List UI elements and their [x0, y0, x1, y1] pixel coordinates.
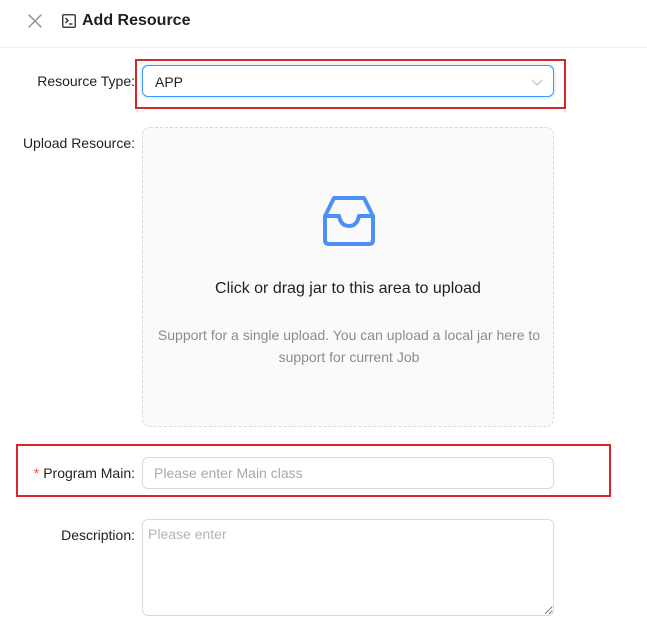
program-main-label-text: Program Main	[43, 465, 132, 481]
resource-type-value: APP	[155, 74, 184, 90]
drawer-title-text: Add Resource	[82, 12, 191, 29]
resource-type-label: Resource Type:	[37, 71, 135, 91]
resource-type-label-colon: :	[131, 73, 135, 89]
upload-title: Click or drag jar to this area to upload	[215, 280, 481, 297]
description-textarea[interactable]	[142, 519, 554, 616]
description-label-text: Description	[61, 527, 132, 543]
program-main-label: * Program Main:	[34, 463, 135, 483]
description-label-colon: :	[131, 527, 135, 543]
close-icon	[28, 14, 42, 28]
add-resource-drawer: Add Resource Resource Type: APP Upload R…	[0, 0, 647, 643]
upload-resource-label-text: Upload Resource	[22, 135, 132, 151]
drawer-header: Add Resource	[0, 0, 647, 48]
chevron-down-icon	[531, 79, 543, 86]
close-button[interactable]	[24, 10, 46, 32]
description-label: Description:	[61, 525, 135, 545]
program-main-label-colon: :	[131, 465, 135, 481]
resource-type-select[interactable]: APP	[142, 65, 554, 97]
upload-dragger[interactable]: Click or drag jar to this area to upload…	[142, 127, 554, 427]
upload-hint: Support for a single upload. You can upl…	[157, 327, 541, 365]
required-mark: *	[33, 465, 40, 481]
upload-resource-label-colon: :	[131, 135, 135, 151]
terminal-icon	[62, 14, 76, 28]
drawer-title: Add Resource	[62, 10, 190, 32]
upload-resource-label: Upload Resource:	[23, 133, 135, 153]
inbox-icon	[323, 196, 375, 246]
resource-type-label-text: Resource Type	[37, 73, 132, 89]
program-main-input[interactable]	[142, 457, 554, 489]
